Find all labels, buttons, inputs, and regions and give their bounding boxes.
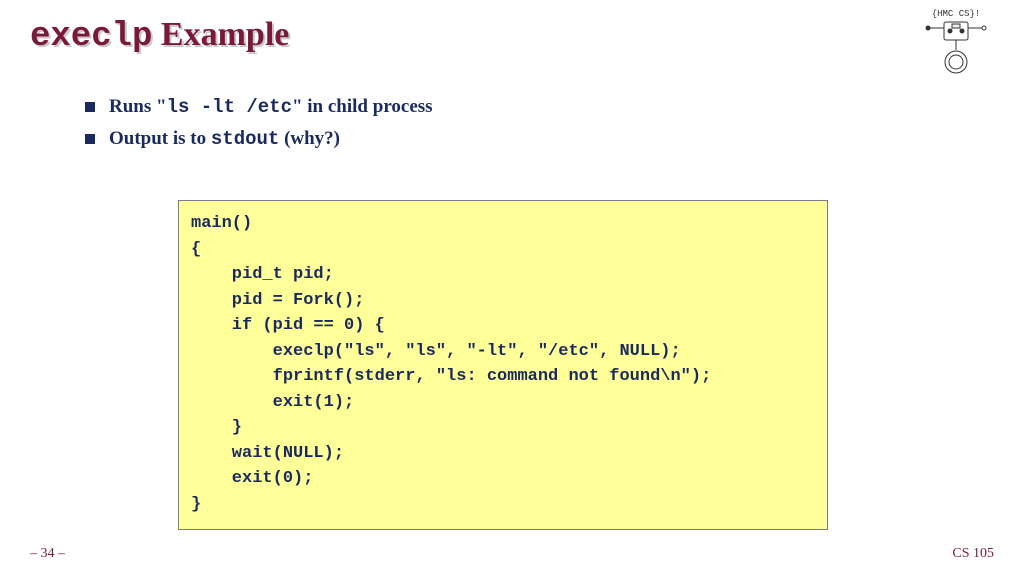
bullet-marker-icon bbox=[85, 134, 95, 144]
slide: execlp Example {HMC CS}! bbox=[0, 0, 1024, 576]
slide-number: – 34 – bbox=[30, 546, 65, 562]
bullet-pre: Runs " bbox=[109, 96, 167, 117]
bullet-text: Output is to stdout (why?) bbox=[109, 128, 340, 150]
bullet-post: (why?) bbox=[279, 128, 340, 149]
bullet-mono: ls -lt /etc bbox=[167, 96, 292, 118]
bullet-item: Runs "ls -lt /etc" in child process bbox=[85, 96, 994, 118]
bullet-pre: Output is to bbox=[109, 128, 211, 149]
course-label: CS 105 bbox=[952, 546, 994, 562]
bullet-post: " in child process bbox=[292, 96, 433, 117]
bullet-mono: stdout bbox=[211, 128, 279, 150]
bullet-marker-icon bbox=[85, 102, 95, 112]
title-code: execlp bbox=[30, 18, 152, 56]
bullet-list: Runs "ls -lt /etc" in child process Outp… bbox=[85, 96, 994, 150]
title-rest: Example bbox=[152, 16, 289, 53]
code-block: main() { pid_t pid; pid = Fork(); if (pi… bbox=[178, 200, 828, 530]
bullet-item: Output is to stdout (why?) bbox=[85, 128, 994, 150]
hmc-cs-logo: {HMC CS}! bbox=[916, 6, 996, 82]
logo-text: {HMC CS}! bbox=[932, 9, 981, 19]
slide-title: execlp Example bbox=[30, 16, 289, 56]
bullet-text: Runs "ls -lt /etc" in child process bbox=[109, 96, 433, 118]
